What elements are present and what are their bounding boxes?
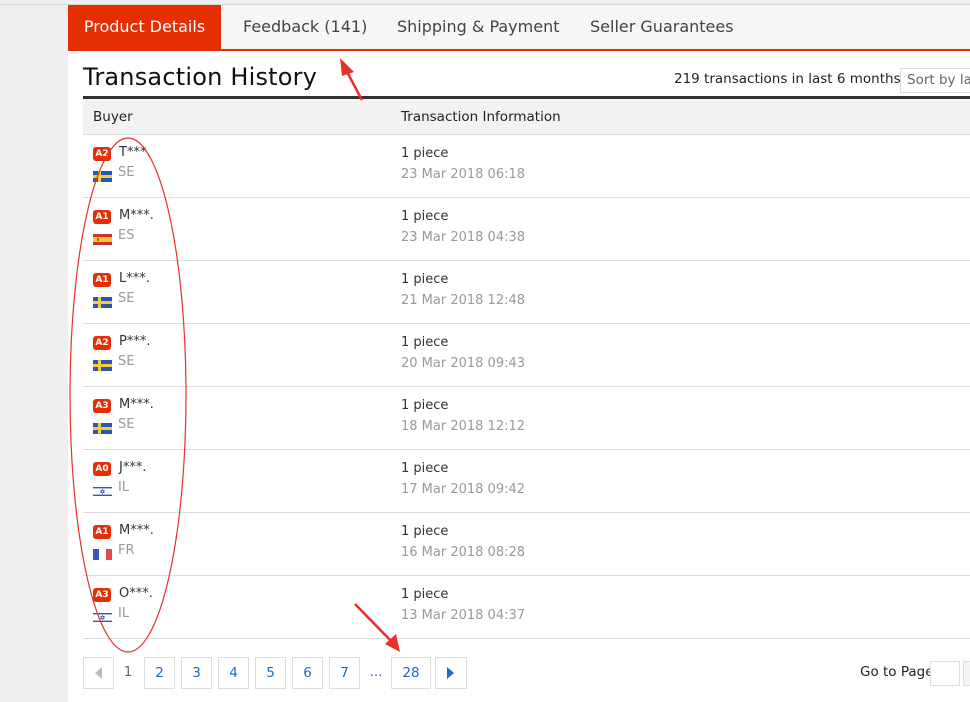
transaction-quantity: 1 piece: [401, 272, 449, 287]
table-row: A1 L***. SE 1 piece 21 Mar 2018 12:48: [83, 261, 970, 324]
transaction-quantity: 1 piece: [401, 209, 449, 224]
table-header: Buyer Transaction Information: [83, 99, 970, 135]
sweden-flag-icon: [93, 419, 112, 434]
page-ellipsis: ...: [369, 664, 383, 680]
table-row: A0 J***. IL 1 piece 17 Mar 2018 09:42: [83, 450, 970, 513]
transaction-quantity: 1 piece: [401, 335, 449, 350]
buyer-level-badge: A1: [93, 210, 111, 224]
spain-flag-icon: [93, 230, 112, 245]
buyer-level-badge: A3: [93, 399, 111, 413]
sort-select[interactable]: Sort by latest: [900, 68, 970, 93]
buyer-country: SE: [118, 291, 135, 306]
prev-page-button[interactable]: [83, 657, 114, 689]
buyer-name: J***.: [119, 460, 147, 475]
transaction-list: A2 T***. SE 1 piece 23 Mar 2018 06:18 A1 M***.…: [83, 135, 970, 639]
buyer-country: SE: [118, 354, 135, 369]
goto-page-button[interactable]: [963, 661, 970, 686]
buyer-name: T***.: [119, 145, 151, 160]
israel-flag-icon: [93, 608, 112, 623]
transaction-date: 23 Mar 2018 06:18: [401, 167, 526, 182]
buyer-level-badge: A0: [93, 462, 111, 476]
sweden-flag-icon: [93, 167, 112, 182]
transaction-date: 16 Mar 2018 08:28: [401, 545, 526, 560]
france-flag-icon: [93, 545, 112, 560]
tab-product-details[interactable]: Product Details: [68, 5, 221, 51]
page-link[interactable]: 5: [255, 657, 286, 689]
buyer-level-badge: A3: [93, 588, 111, 602]
table-row: A3 M***. SE 1 piece 18 Mar 2018 12:12: [83, 387, 970, 450]
section-title: Transaction History: [83, 63, 318, 91]
transaction-date: 21 Mar 2018 12:48: [401, 293, 526, 308]
transaction-quantity: 1 piece: [401, 461, 449, 476]
chevron-right-icon: [447, 667, 454, 679]
page-link[interactable]: 6: [292, 657, 323, 689]
tab-shipping-payment[interactable]: Shipping & Payment: [397, 5, 560, 49]
tab-bar: Product Details Feedback (141) Shipping …: [68, 5, 970, 51]
buyer-name: O***.: [119, 586, 153, 601]
buyer-name: M***.: [119, 208, 154, 223]
goto-page-label: Go to Page: [860, 664, 934, 680]
next-page-button[interactable]: [435, 657, 467, 689]
buyer-name: M***.: [119, 523, 154, 538]
page-link-last[interactable]: 28: [391, 657, 431, 689]
israel-flag-icon: [93, 482, 112, 497]
transaction-date: 13 Mar 2018 04:37: [401, 608, 526, 623]
buyer-name: L***.: [119, 271, 150, 286]
sweden-flag-icon: [93, 356, 112, 371]
buyer-level-badge: A2: [93, 147, 111, 161]
page-link[interactable]: 4: [218, 657, 249, 689]
buyer-country: FR: [118, 543, 135, 558]
buyer-country: IL: [118, 606, 130, 621]
goto-page-input[interactable]: [930, 661, 960, 686]
column-header-transaction-info: Transaction Information: [401, 109, 561, 125]
transaction-quantity: 1 piece: [401, 398, 449, 413]
buyer-level-badge: A1: [93, 273, 111, 287]
page-link[interactable]: 7: [329, 657, 360, 689]
buyer-level-badge: A2: [93, 336, 111, 350]
transaction-quantity: 1 piece: [401, 524, 449, 539]
column-header-buyer: Buyer: [93, 109, 133, 125]
transaction-quantity: 1 piece: [401, 587, 449, 602]
table-row: A1 M***. ES 1 piece 23 Mar 2018 04:38: [83, 198, 970, 261]
page-current: 1: [123, 664, 133, 680]
table-row: A2 T***. SE 1 piece 23 Mar 2018 06:18: [83, 135, 970, 198]
transaction-summary: 219 transactions in last 6 months.: [674, 71, 905, 87]
buyer-country: SE: [118, 165, 135, 180]
sweden-flag-icon: [93, 293, 112, 308]
tab-seller-guarantees[interactable]: Seller Guarantees: [590, 5, 734, 49]
buyer-name: M***.: [119, 397, 154, 412]
transaction-date: 20 Mar 2018 09:43: [401, 356, 526, 371]
product-panel: Product Details Feedback (141) Shipping …: [68, 5, 970, 702]
tab-feedback[interactable]: Feedback (141): [243, 5, 367, 49]
buyer-country: ES: [118, 228, 135, 243]
buyer-country: IL: [118, 480, 130, 495]
table-row: A2 P***. SE 1 piece 20 Mar 2018 09:43: [83, 324, 970, 387]
page-link[interactable]: 2: [144, 657, 175, 689]
buyer-name: P***.: [119, 334, 151, 349]
transaction-date: 18 Mar 2018 12:12: [401, 419, 526, 434]
transaction-quantity: 1 piece: [401, 146, 449, 161]
transaction-date: 23 Mar 2018 04:38: [401, 230, 526, 245]
buyer-level-badge: A1: [93, 525, 111, 539]
page-link[interactable]: 3: [181, 657, 212, 689]
table-row: A3 O***. IL 1 piece 13 Mar 2018 04:37: [83, 576, 970, 639]
buyer-country: SE: [118, 417, 135, 432]
table-row: A1 M***. FR 1 piece 16 Mar 2018 08:28: [83, 513, 970, 576]
transaction-date: 17 Mar 2018 09:42: [401, 482, 526, 497]
chevron-left-icon: [94, 667, 102, 679]
